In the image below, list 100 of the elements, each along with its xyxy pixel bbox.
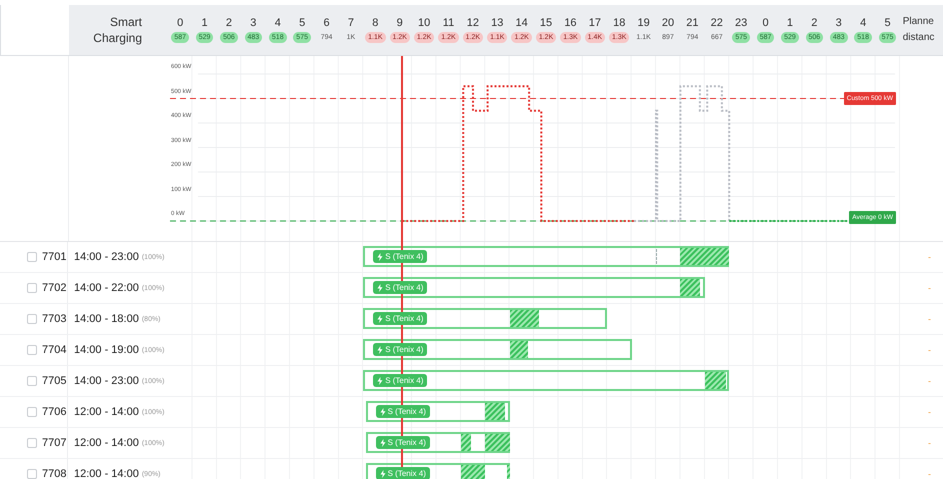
hour-label: 8 — [372, 17, 378, 29]
hour-label: 22 — [710, 17, 723, 29]
lightning-icon — [377, 284, 384, 292]
vehicle-id: 7707 — [42, 437, 66, 449]
vehicle-id: 7708 — [42, 468, 66, 479]
hour-label: 12 — [466, 17, 479, 29]
planned-distance: - — [928, 345, 931, 355]
hour-label: 5 — [884, 17, 891, 29]
marker-line — [656, 249, 657, 264]
time-window: 14:00 - 18:00 — [74, 313, 139, 325]
charger-label: S (Tenix 4) — [373, 250, 428, 263]
hour-label: 4 — [860, 17, 866, 29]
lightning-icon — [377, 314, 384, 322]
charging-segment — [485, 403, 505, 420]
charging-bar[interactable]: S (Tenix 4) — [363, 308, 608, 329]
hour-label: 9 — [396, 17, 403, 29]
vehicle-id: 7704 — [42, 344, 66, 356]
hour-label: 6 — [323, 17, 330, 29]
charging-segment — [680, 248, 730, 265]
row-checkbox[interactable] — [27, 407, 37, 417]
hour-label: 16 — [564, 17, 577, 29]
hour-label: 21 — [686, 17, 699, 29]
planned-distance: - — [928, 469, 931, 479]
hour-label: 0 — [762, 17, 769, 29]
hour-label: 14 — [516, 17, 528, 29]
row-checkbox[interactable] — [27, 438, 37, 448]
hour-label: 10 — [418, 17, 430, 29]
time-window: 14:00 - 19:00 — [74, 344, 139, 356]
hour-label: 13 — [491, 17, 504, 29]
lightning-icon — [377, 252, 384, 260]
charging-segment — [510, 310, 539, 327]
row-checkbox[interactable] — [27, 376, 37, 386]
hour-label: 0 — [177, 17, 184, 29]
planned-distance: - — [928, 407, 931, 417]
row-checkbox[interactable] — [27, 314, 37, 324]
charging-segment — [507, 465, 510, 479]
charger-label: S (Tenix 4) — [376, 467, 430, 479]
charger-label: S (Tenix 4) — [373, 374, 428, 387]
planned-distance: - — [928, 314, 931, 324]
lightning-icon — [380, 470, 386, 478]
row-checkbox[interactable] — [27, 252, 37, 262]
hour-label: 17 — [588, 17, 601, 29]
time-window: 14:00 - 23:00 — [74, 251, 139, 263]
column-heading: Charging — [93, 30, 142, 46]
hour-label: 23 — [735, 17, 748, 29]
hour-label: 2 — [226, 17, 232, 29]
charging-bar[interactable]: S (Tenix 4) — [363, 277, 705, 298]
hour-label: 2 — [811, 17, 818, 29]
hour-label: 18 — [613, 17, 626, 29]
time-window: 12:00 - 14:00 — [74, 468, 139, 479]
charger-label: S (Tenix 4) — [376, 436, 430, 449]
column-heading: Planne — [902, 15, 935, 29]
vehicle-id: 7701 — [42, 251, 66, 263]
hour-label: 1 — [786, 17, 794, 29]
row-checkbox[interactable] — [27, 469, 37, 479]
charging-segment — [485, 434, 510, 451]
charging-bar[interactable]: S (Tenix 4) — [366, 432, 510, 453]
charging-bar[interactable]: S (Tenix 4) — [366, 463, 510, 479]
column-heading: distanc — [902, 31, 936, 45]
charging-segment — [460, 465, 486, 479]
hour-label: 1 — [202, 17, 208, 29]
charging-bar[interactable]: S (Tenix 4) — [366, 401, 510, 422]
charging-bar[interactable]: S (Tenix 4) — [363, 370, 730, 391]
hour-label: 7 — [348, 17, 354, 29]
charger-label: S (Tenix 4) — [376, 405, 430, 418]
column-heading: Smart — [110, 14, 142, 30]
lightning-icon — [377, 376, 384, 384]
hour-label: 15 — [540, 17, 552, 29]
hour-label: 20 — [662, 17, 674, 29]
charger-label: S (Tenix 4) — [373, 312, 428, 325]
planned-distance: - — [928, 438, 931, 448]
charger-label: S (Tenix 4) — [373, 281, 428, 294]
vehicle-id: 7706 — [42, 406, 66, 418]
vehicle-id: 7703 — [42, 313, 66, 325]
charging-bar[interactable]: S (Tenix 4) — [363, 246, 730, 267]
charger-label: S (Tenix 4) — [373, 343, 428, 356]
lightning-icon — [377, 346, 384, 354]
row-checkbox[interactable] — [27, 345, 37, 355]
charging-segment — [680, 279, 700, 296]
hour-label: 3 — [250, 17, 256, 29]
time-window: 14:00 - 23:00 — [74, 375, 139, 387]
hour-label: 4 — [274, 17, 281, 29]
charging-bar[interactable]: S (Tenix 4) — [363, 339, 632, 360]
time-window: 12:00 - 14:00 — [74, 406, 139, 418]
lightning-icon — [380, 408, 386, 416]
hour-label: 19 — [637, 17, 650, 29]
time-window: 14:00 - 22:00 — [74, 282, 139, 294]
hour-label: 3 — [836, 17, 842, 29]
vehicle-id: 7705 — [42, 375, 66, 387]
charging-segment — [704, 372, 726, 389]
planned-distance: - — [928, 376, 931, 386]
lightning-icon — [380, 438, 386, 446]
hour-label: 5 — [299, 17, 306, 29]
planned-distance: - — [928, 252, 931, 262]
vehicle-id: 7702 — [42, 282, 66, 294]
charging-segment — [510, 341, 528, 358]
time-window: 12:00 - 14:00 — [74, 437, 139, 449]
charging-segment — [460, 434, 471, 451]
planned-distance: - — [928, 283, 931, 293]
row-checkbox[interactable] — [27, 283, 37, 293]
